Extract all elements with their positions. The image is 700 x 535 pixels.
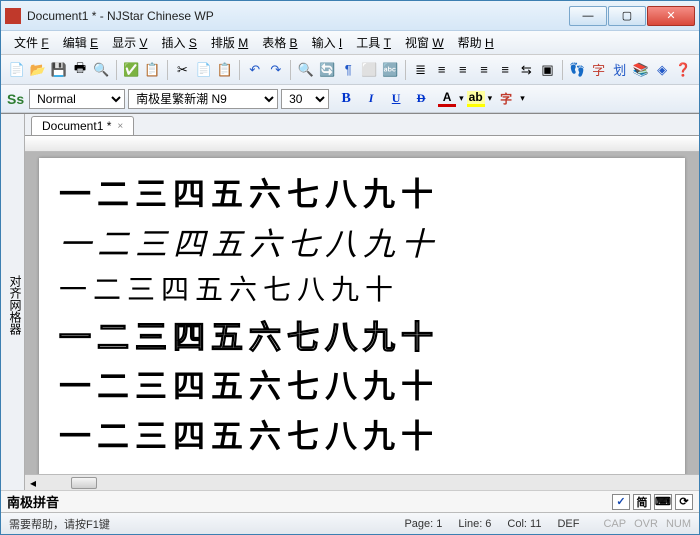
stroke-icon[interactable]: 划 xyxy=(610,59,629,81)
minimize-button[interactable]: — xyxy=(569,6,607,26)
text-line: 一二三四五六七八九十 xyxy=(59,170,665,220)
menu-view[interactable]: 显示 V xyxy=(105,32,154,53)
ime-check-button[interactable]: ✓ xyxy=(612,494,630,510)
horizontal-ruler[interactable] xyxy=(25,136,699,152)
open-icon[interactable]: 📂 xyxy=(28,59,47,81)
char-icon[interactable]: 字 xyxy=(589,59,608,81)
main-toolbar: 📄 📂 💾 🖶 🔍 ✅ 📋 ✂ 📄 📋 ↶ ↷ 🔍 🔄 ¶ ⬜ 🔤 ≣ ≡ ≡ … xyxy=(1,55,699,85)
status-ovr: OVR xyxy=(634,518,658,530)
font-select[interactable]: 南极星繁新潮 N9 xyxy=(128,89,278,109)
clipboard-icon[interactable]: 📋 xyxy=(143,59,162,81)
preview-icon[interactable]: 🔍 xyxy=(92,59,111,81)
status-def: DEF xyxy=(557,518,579,530)
align-center-icon[interactable]: ≡ xyxy=(432,59,451,81)
app-window: Document1 * - NJStar Chinese WP — ▢ ✕ 文件… xyxy=(0,0,700,535)
redo-icon[interactable]: ↷ xyxy=(266,59,285,81)
size-select[interactable]: 30 xyxy=(281,89,329,109)
format-toolbar: Ss Normal 南极星繁新潮 N9 30 B I U D A ▾ ab ▾ … xyxy=(1,85,699,113)
menu-input[interactable]: 输入 I xyxy=(305,32,350,53)
maximize-button[interactable]: ▢ xyxy=(608,6,646,26)
strike-button[interactable]: D xyxy=(410,89,432,109)
ime-keyboard-button[interactable]: ⌨ xyxy=(654,494,672,510)
page-wrap: Document1 * × 一二三四五六七八九十 一二三四五六七八九十 一二三四… xyxy=(25,114,699,490)
paste-icon[interactable]: 📋 xyxy=(215,59,234,81)
menu-edit[interactable]: 编辑 E xyxy=(56,32,105,53)
menu-window[interactable]: 视窗 W xyxy=(398,32,451,53)
align-justify-icon[interactable]: ≡ xyxy=(474,59,493,81)
page-icon[interactable]: ▣ xyxy=(538,59,557,81)
menu-file[interactable]: 文件 F xyxy=(7,32,56,53)
window-buttons: — ▢ ✕ xyxy=(569,6,695,26)
menu-bar: 文件 F 编辑 E 显示 V 插入 S 排版 M 表格 B 输入 I 工具 T … xyxy=(1,31,699,55)
page-scroll[interactable]: 一二三四五六七八九十 一二三四五六七八九十 一二三四五六七八九十 一二三四五六七… xyxy=(25,152,699,474)
tool-icon[interactable]: ◈ xyxy=(653,59,672,81)
status-help: 需要帮助，请按F1键 xyxy=(9,516,110,532)
copy-icon[interactable]: 📄 xyxy=(194,59,213,81)
scrollbar-thumb[interactable] xyxy=(71,477,97,489)
help-icon[interactable]: ❓ xyxy=(674,59,693,81)
window-title: Document1 * - NJStar Chinese WP xyxy=(27,9,569,23)
document-tab[interactable]: Document1 * × xyxy=(31,116,134,135)
status-cap: CAP xyxy=(603,518,626,530)
status-col: Col: 11 xyxy=(507,518,541,530)
undo-icon[interactable]: ↶ xyxy=(245,59,264,81)
close-button[interactable]: ✕ xyxy=(647,6,695,26)
close-tab-icon[interactable]: × xyxy=(117,121,123,132)
grid-icon[interactable]: ⬜ xyxy=(360,59,379,81)
align-right-icon[interactable]: ≡ xyxy=(453,59,472,81)
font-color-button[interactable]: A xyxy=(438,91,456,107)
replace-icon[interactable]: 🔄 xyxy=(317,59,336,81)
horizontal-scrollbar[interactable]: ◂ xyxy=(25,474,699,490)
find-icon[interactable]: 🔍 xyxy=(296,59,315,81)
style-icon: Ss xyxy=(7,91,24,107)
indent-icon[interactable]: ≡ xyxy=(496,59,515,81)
bold-button[interactable]: B xyxy=(335,89,357,109)
document-area: 对齐网格器 Document1 * × 一二三四五六七八九十 一二三四五六七八九… xyxy=(1,113,699,490)
char-button[interactable]: 字 xyxy=(495,89,517,109)
document-tab-label: Document1 * xyxy=(42,119,111,133)
ime-simplified-button[interactable]: 简 xyxy=(633,494,651,510)
save-icon[interactable]: 💾 xyxy=(49,59,68,81)
ime-label: 南极拼音 xyxy=(7,492,59,511)
cut-icon[interactable]: ✂ xyxy=(173,59,192,81)
status-bar: 需要帮助，请按F1键 Page: 1 Line: 6 Col: 11 DEF C… xyxy=(1,512,699,534)
text-line: 一二三四五六七八九十 xyxy=(59,412,665,462)
dict-icon[interactable]: 📚 xyxy=(631,59,650,81)
title-bar: Document1 * - NJStar Chinese WP — ▢ ✕ xyxy=(1,1,699,31)
print-icon[interactable]: 🖶 xyxy=(70,59,89,81)
ime-bar: 南极拼音 ✓ 简 ⌨ ⟳ xyxy=(1,490,699,512)
status-page: Page: 1 xyxy=(404,518,442,530)
menu-insert[interactable]: 插入 S xyxy=(154,32,203,53)
italic-button[interactable]: I xyxy=(360,89,382,109)
status-line: Line: 6 xyxy=(458,518,491,530)
font-icon[interactable]: 🔤 xyxy=(381,59,400,81)
style-select[interactable]: Normal xyxy=(29,89,125,109)
underline-button[interactable]: U xyxy=(385,89,407,109)
text-line: 一二三四五六七八九十 xyxy=(59,313,665,363)
spellcheck-icon[interactable]: ✅ xyxy=(122,59,141,81)
text-line: 一二三四五六七八九十 xyxy=(59,362,665,412)
text-line: 一二三四五六七八九十 xyxy=(59,269,665,312)
side-panel-tab[interactable]: 对齐网格器 xyxy=(1,114,25,490)
menu-help[interactable]: 帮助 H xyxy=(451,32,501,53)
pilcrow-icon[interactable]: ¶ xyxy=(339,59,358,81)
document-tabs: Document1 * × xyxy=(25,114,699,136)
menu-table[interactable]: 表格 B xyxy=(255,32,304,53)
app-icon xyxy=(5,8,21,24)
ime-refresh-button[interactable]: ⟳ xyxy=(675,494,693,510)
highlight-button[interactable]: ab xyxy=(467,91,485,107)
align-left-icon[interactable]: ≣ xyxy=(411,59,430,81)
menu-format[interactable]: 排版 M xyxy=(204,32,255,53)
document-page[interactable]: 一二三四五六七八九十 一二三四五六七八九十 一二三四五六七八九十 一二三四五六七… xyxy=(39,158,685,474)
new-icon[interactable]: 📄 xyxy=(7,59,26,81)
radical-icon[interactable]: 👣 xyxy=(568,59,587,81)
direction-icon[interactable]: ⇆ xyxy=(517,59,536,81)
text-line: 一二三四五六七八九十 xyxy=(59,220,665,270)
menu-tools[interactable]: 工具 T xyxy=(349,32,398,53)
status-num: NUM xyxy=(666,518,691,530)
